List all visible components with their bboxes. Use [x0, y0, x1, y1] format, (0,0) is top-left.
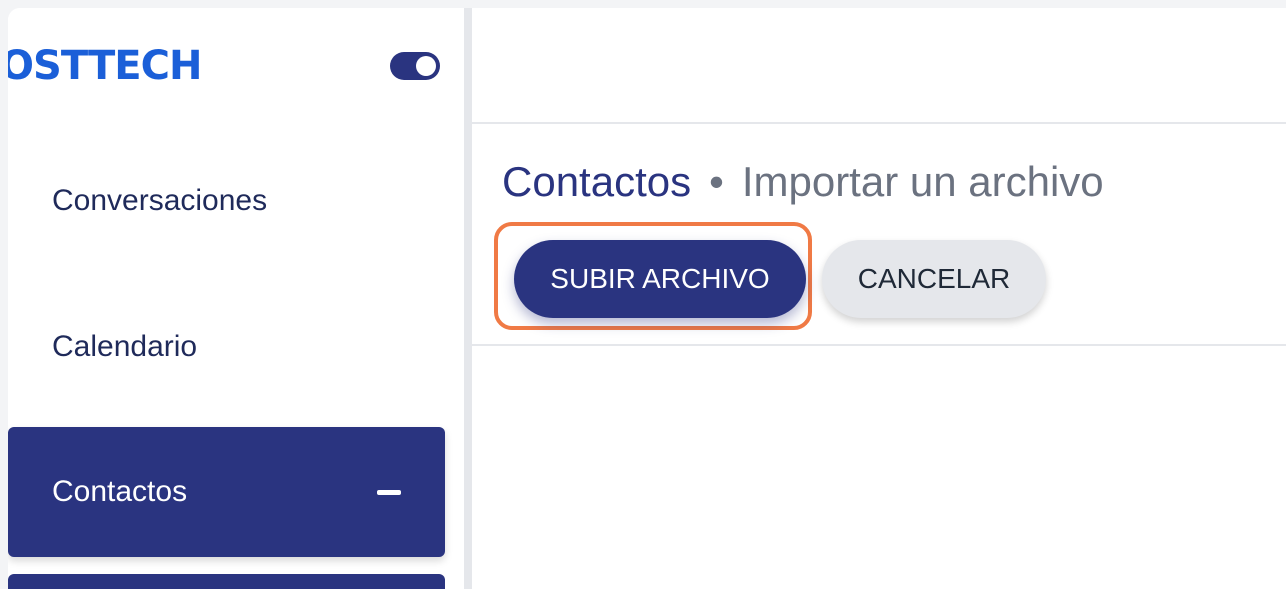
toggle-knob — [416, 56, 436, 76]
upload-file-button[interactable]: SUBIR ARCHIVO — [514, 240, 806, 318]
collapse-minus-icon[interactable] — [377, 489, 401, 495]
sidebar-item-next[interactable] — [8, 574, 445, 589]
sidebar-item-label: Calendario — [52, 330, 198, 363]
breadcrumb: Contactos • Importar un archivo — [502, 158, 1104, 206]
app-window: OSTTECH Conversaciones Calendario Contac… — [8, 8, 1286, 589]
sidebar: OSTTECH Conversaciones Calendario Contac… — [8, 8, 464, 589]
sidebar-toggle[interactable] — [390, 52, 440, 80]
sidebar-divider — [464, 8, 472, 589]
sidebar-item-conversaciones[interactable]: Conversaciones — [8, 136, 445, 266]
top-header — [472, 8, 1286, 124]
sidebar-item-label: Conversaciones — [52, 184, 268, 217]
brand-logo: OSTTECH — [8, 43, 202, 89]
screenshot-frame: OSTTECH Conversaciones Calendario Contac… — [0, 0, 1286, 589]
breadcrumb-root[interactable]: Contactos — [502, 158, 691, 205]
sidebar-item-contactos[interactable]: Contactos — [8, 427, 445, 557]
page-title: Importar un archivo — [741, 158, 1104, 205]
sidebar-item-calendario[interactable]: Calendario — [8, 282, 445, 412]
cancel-button[interactable]: CANCELAR — [822, 240, 1046, 318]
main-content: Contactos • Importar un archivo SUBIR ARCH… — [472, 8, 1286, 589]
sidebar-item-label: Contactos — [52, 475, 188, 508]
breadcrumb-separator: • — [709, 158, 724, 205]
actions-row: SUBIR ARCHIVO CANCELAR — [472, 222, 1286, 346]
